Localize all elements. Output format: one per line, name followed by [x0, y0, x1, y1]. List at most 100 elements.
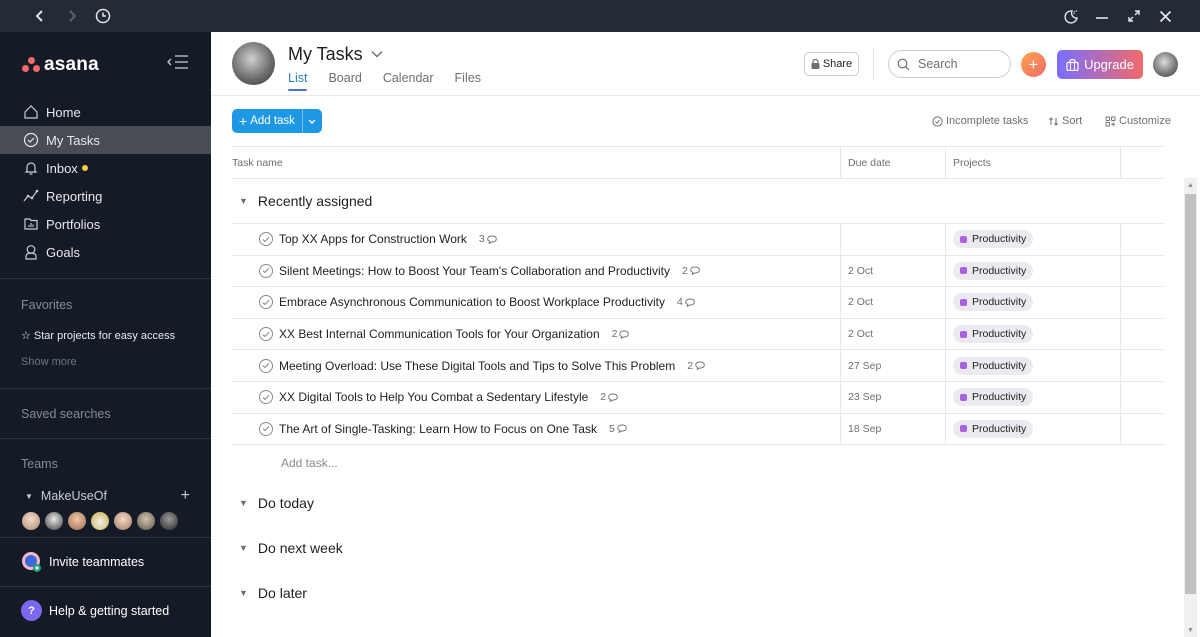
projects-cell[interactable]: Productivity [945, 287, 1120, 318]
due-date-cell[interactable]: 23 Sep [840, 381, 945, 413]
task-name-cell[interactable]: Silent Meetings: How to Boost Your Team'… [232, 256, 840, 287]
vertical-scrollbar[interactable]: ▲ ▼ [1184, 178, 1197, 637]
complete-task-checkbox[interactable] [259, 421, 273, 436]
sidebar-item-inbox[interactable]: Inbox [0, 154, 211, 182]
comment-count[interactable]: 2 [682, 265, 700, 277]
section-recently-assigned[interactable]: ▼ Recently assigned [232, 179, 1164, 224]
sort-button[interactable]: Sort [1048, 115, 1082, 127]
avatar[interactable] [90, 511, 110, 531]
help-button[interactable]: ? Help & getting started [21, 600, 169, 621]
comment-count[interactable]: 4 [677, 296, 695, 308]
tab-board[interactable]: Board [328, 71, 361, 91]
due-date-cell[interactable]: 2 Oct [840, 255, 945, 287]
avatar[interactable] [159, 511, 179, 531]
task-name-cell[interactable]: Embrace Asynchronous Communication to Bo… [232, 287, 840, 318]
project-tag[interactable]: Productivity [953, 419, 1034, 438]
task-name-cell[interactable]: The Art of Single-Tasking: Learn How to … [232, 414, 840, 445]
avatar[interactable] [113, 511, 133, 531]
invite-teammates-button[interactable]: Invite teammates [21, 551, 144, 572]
comment-count[interactable]: 2 [600, 391, 618, 403]
search-box[interactable] [888, 50, 1011, 78]
complete-task-checkbox[interactable] [259, 327, 273, 342]
add-task-button[interactable]: + Add task [232, 109, 302, 133]
avatar[interactable] [21, 511, 41, 531]
incomplete-tasks-filter[interactable]: Incomplete tasks [932, 115, 1029, 127]
comment-count[interactable]: 5 [609, 423, 627, 435]
task-name[interactable]: The Art of Single-Tasking: Learn How to … [279, 422, 597, 436]
projects-cell[interactable]: Productivity [945, 381, 1120, 413]
table-row[interactable]: The Art of Single-Tasking: Learn How to … [232, 413, 1164, 446]
tab-files[interactable]: Files [455, 71, 481, 91]
complete-task-checkbox[interactable] [259, 358, 273, 373]
table-row[interactable]: XX Best Internal Communication Tools for… [232, 318, 1164, 351]
table-row[interactable]: XX Digital Tools to Help You Combat a Se… [232, 381, 1164, 414]
page-title[interactable]: My Tasks [288, 44, 383, 65]
customize-button[interactable]: Customize [1105, 115, 1171, 127]
task-name[interactable]: Top XX Apps for Construction Work [279, 232, 467, 246]
scrollbar-thumb[interactable] [1185, 194, 1196, 594]
due-date-cell[interactable]: 18 Sep [840, 413, 945, 445]
avatar[interactable] [44, 511, 64, 531]
history-button[interactable] [93, 6, 113, 26]
share-button[interactable]: Share [804, 52, 859, 76]
projects-cell[interactable]: Productivity [945, 350, 1120, 381]
quick-add-button[interactable]: + [1021, 52, 1046, 77]
projects-cell[interactable]: Productivity [945, 224, 1120, 255]
projects-cell[interactable]: Productivity [945, 318, 1120, 350]
search-input[interactable] [918, 57, 998, 71]
scroll-up-arrow-icon[interactable]: ▲ [1184, 178, 1197, 192]
column-header-add[interactable] [1120, 147, 1164, 178]
avatar[interactable] [67, 511, 87, 531]
comment-count[interactable]: 3 [479, 233, 497, 245]
column-header-task-name[interactable]: Task name [232, 147, 840, 178]
task-name[interactable]: XX Digital Tools to Help You Combat a Se… [279, 390, 588, 404]
table-row[interactable]: Meeting Overload: Use These Digital Tool… [232, 350, 1164, 382]
show-more-link[interactable]: Show more [21, 356, 77, 368]
task-name-cell[interactable]: Top XX Apps for Construction Work 3 [232, 224, 840, 255]
scroll-down-arrow-icon[interactable]: ▼ [1184, 623, 1197, 637]
saved-searches-heading[interactable]: Saved searches [21, 407, 111, 421]
table-row[interactable]: Top XX Apps for Construction Work 3 Produc… [232, 224, 1164, 256]
back-button[interactable] [30, 6, 50, 26]
tab-calendar[interactable]: Calendar [383, 71, 434, 91]
complete-task-checkbox[interactable] [259, 263, 273, 278]
section-do-next-week[interactable]: ▼ Do next week [232, 525, 1164, 570]
caret-down-icon[interactable]: ▼ [239, 196, 248, 206]
sidebar-item-my-tasks[interactable]: My Tasks [0, 126, 211, 154]
chevron-down-icon[interactable] [371, 49, 383, 61]
projects-cell[interactable]: Productivity [945, 255, 1120, 287]
caret-down-icon[interactable]: ▼ [239, 498, 248, 508]
comment-count[interactable]: 2 [687, 360, 705, 372]
due-date-cell[interactable]: 2 Oct [840, 318, 945, 350]
add-task-dropdown[interactable] [301, 109, 322, 133]
avatar[interactable] [136, 511, 156, 531]
due-date-cell[interactable]: 2 Oct [840, 287, 945, 318]
task-name-cell[interactable]: Meeting Overload: Use These Digital Tool… [232, 350, 840, 381]
upgrade-button[interactable]: Upgrade [1057, 50, 1143, 79]
add-team-member-button[interactable]: + [181, 487, 190, 505]
column-header-projects[interactable]: Projects [945, 147, 1120, 178]
due-date-cell[interactable]: 27 Sep [840, 350, 945, 381]
caret-down-icon[interactable]: ▼ [239, 543, 248, 553]
sidebar-item-reporting[interactable]: Reporting [0, 182, 211, 210]
complete-task-checkbox[interactable] [259, 232, 273, 247]
due-date-cell[interactable] [840, 224, 945, 255]
snooze-button[interactable]: zz [1061, 6, 1081, 26]
team-makeuseof[interactable]: ▼ MakeUseOf + [25, 487, 190, 505]
project-tag[interactable]: Productivity [953, 261, 1034, 280]
project-tag[interactable]: Productivity [953, 230, 1034, 249]
task-name[interactable]: XX Best Internal Communication Tools for… [279, 327, 600, 341]
sidebar-item-goals[interactable]: Goals [0, 238, 211, 266]
sidebar-item-home[interactable]: Home [0, 98, 211, 126]
task-name-cell[interactable]: XX Best Internal Communication Tools for… [232, 319, 840, 350]
tab-list[interactable]: List [288, 71, 308, 91]
caret-down-icon[interactable]: ▼ [239, 588, 248, 598]
task-name[interactable]: Embrace Asynchronous Communication to Bo… [279, 295, 665, 309]
complete-task-checkbox[interactable] [259, 295, 273, 310]
project-tag[interactable]: Productivity [953, 293, 1034, 312]
column-header-due-date[interactable]: Due date [840, 147, 945, 178]
section-do-today[interactable]: ▼ Do today [232, 480, 1164, 525]
section-do-later[interactable]: ▼ Do later [232, 570, 1164, 615]
sidebar-item-portfolios[interactable]: Portfolios [0, 210, 211, 238]
minimize-button[interactable] [1092, 6, 1112, 26]
